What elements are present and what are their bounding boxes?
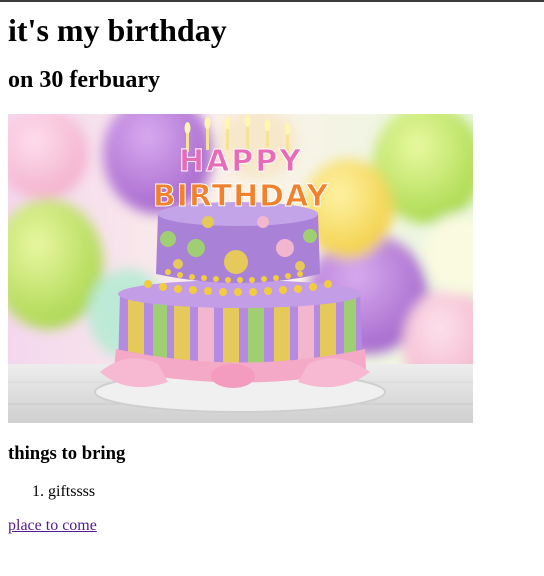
place-to-come-link[interactable]: place to come [8, 517, 97, 535]
page-title: it's my birthday [8, 12, 227, 48]
birthday-cake-image: HAPPY BIRTHDAY [8, 114, 473, 423]
birthday-candle-text: BIRTHDAY [153, 179, 330, 214]
page-subtitle: on 30 ferbuary [8, 67, 160, 93]
section-title: things to bring [8, 443, 126, 464]
items-list: giftssss [8, 483, 536, 501]
page-content: it's my birthday on 30 ferbuary HAPPY BI… [0, 14, 544, 535]
list-item: giftssss [48, 483, 536, 501]
happy-candle-text: HAPPY [179, 144, 303, 179]
